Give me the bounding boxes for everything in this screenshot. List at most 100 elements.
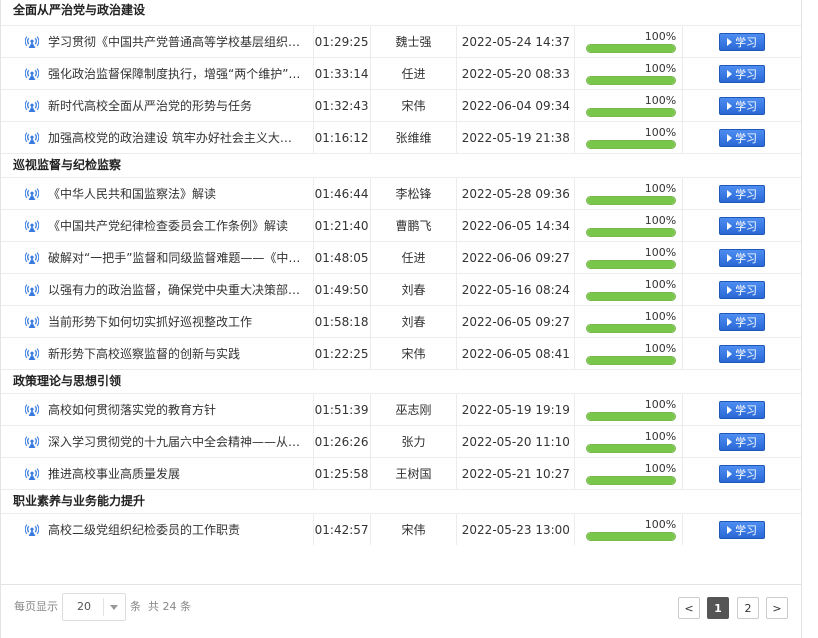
action-cell: 学习 <box>683 242 801 273</box>
play-icon <box>727 349 733 358</box>
study-button[interactable]: 学习 <box>719 520 766 539</box>
course-duration: 01:25:58 <box>314 458 371 489</box>
action-cell: 学习 <box>683 274 801 305</box>
play-icon <box>727 133 733 142</box>
study-button[interactable]: 学习 <box>719 128 766 147</box>
course-title[interactable]: 当前形势下如何切实抓好巡视整改工作 <box>48 313 303 330</box>
section-title: 政策理论与思想引领 <box>1 369 801 393</box>
course-teacher: 王树国 <box>371 458 458 489</box>
course-row: 破解对“一把手”监督和同级监督难题——《中… 01:48:05 任进 2022-06-… <box>1 241 801 273</box>
course-title[interactable]: 高校二级党组织纪检委员的工作职责 <box>48 521 303 538</box>
broadcast-icon <box>24 99 40 113</box>
course-teacher: 任进 <box>371 58 458 89</box>
course-duration: 01:32:43 <box>314 90 371 121</box>
progress-fill <box>587 140 676 148</box>
broadcast-icon <box>24 467 40 481</box>
study-button[interactable]: 学习 <box>719 344 766 363</box>
course-teacher: 任进 <box>371 242 458 273</box>
course-duration: 01:58:18 <box>314 306 371 337</box>
action-cell: 学习 <box>683 210 801 241</box>
action-cell: 学习 <box>683 58 801 89</box>
per-page-label: 每页显示 <box>14 600 58 613</box>
study-button-label: 学习 <box>735 347 758 361</box>
course-title-cell: 强化政治监督保障制度执行，增强“两个维护”… <box>1 58 314 89</box>
study-button[interactable]: 学习 <box>719 280 766 299</box>
broadcast-icon <box>24 347 40 361</box>
course-title[interactable]: 高校如何贯彻落实党的教育方针 <box>48 401 303 418</box>
course-title[interactable]: 深入学习贯彻党的十九届六中全会精神——从… <box>48 433 303 450</box>
progress-cell: 100% <box>575 58 684 89</box>
course-title[interactable]: 强化政治监督保障制度执行，增强“两个维护”… <box>48 65 303 82</box>
course-date: 2022-06-04 09:34 <box>457 90 576 121</box>
study-button[interactable]: 学习 <box>719 32 766 51</box>
progress-fill <box>587 108 676 116</box>
study-button[interactable]: 学习 <box>719 432 766 451</box>
course-teacher: 张力 <box>371 426 458 457</box>
course-date: 2022-05-21 10:27 <box>457 458 576 489</box>
course-title[interactable]: 新形势下高校巡察监督的创新与实践 <box>48 345 303 362</box>
study-button-label: 学习 <box>735 315 758 329</box>
broadcast-icon <box>24 315 40 329</box>
course-title[interactable]: 学习贯彻《中国共产党普通高等学校基层组织… <box>48 33 303 50</box>
study-button[interactable]: 学习 <box>719 400 766 419</box>
progress-bar <box>586 195 677 205</box>
study-button[interactable]: 学习 <box>719 96 766 115</box>
course-duration: 01:22:25 <box>314 338 371 369</box>
progress-fill <box>587 76 676 84</box>
broadcast-icon <box>24 523 40 537</box>
course-title[interactable]: 推进高校事业高质量发展 <box>48 465 303 482</box>
page-button-1[interactable]: 1 <box>707 597 729 619</box>
study-button[interactable]: 学习 <box>719 464 766 483</box>
progress-percent: 100% <box>644 213 677 227</box>
course-date: 2022-05-28 09:36 <box>457 178 576 209</box>
course-title[interactable]: 以强有力的政治监督，确保党中央重大决策部… <box>48 281 303 298</box>
course-date: 2022-05-19 21:38 <box>457 122 576 153</box>
progress-percent: 100% <box>644 277 677 291</box>
course-duration: 01:46:44 <box>314 178 371 209</box>
play-icon <box>727 253 733 262</box>
course-date: 2022-05-20 11:10 <box>457 426 576 457</box>
course-title-cell: 推进高校事业高质量发展 <box>1 458 314 489</box>
progress-percent: 100% <box>644 461 677 475</box>
progress-bar <box>586 411 677 421</box>
course-teacher: 宋伟 <box>371 338 458 369</box>
progress-fill <box>587 228 676 236</box>
progress-percent: 100% <box>644 517 677 531</box>
course-title-cell: 《中华人民共和国监察法》解读 <box>1 178 314 209</box>
play-icon <box>727 221 733 230</box>
action-cell: 学习 <box>683 458 801 489</box>
course-date: 2022-05-23 13:00 <box>457 514 576 545</box>
next-page-button[interactable]: > <box>766 597 788 619</box>
course-title[interactable]: 《中华人民共和国监察法》解读 <box>48 185 303 202</box>
course-title[interactable]: 破解对“一把手”监督和同级监督难题——《中… <box>48 249 303 266</box>
study-button-label: 学习 <box>735 251 758 265</box>
study-button-label: 学习 <box>735 435 758 449</box>
action-cell: 学习 <box>683 26 801 57</box>
course-duration: 01:26:26 <box>314 426 371 457</box>
progress-bar <box>586 443 677 453</box>
progress-percent: 100% <box>644 341 677 355</box>
per-page-unit: 条 <box>130 600 141 613</box>
play-icon <box>727 285 733 294</box>
progress-percent: 100% <box>644 429 677 443</box>
study-button[interactable]: 学习 <box>719 184 766 203</box>
course-date: 2022-05-24 14:37 <box>457 26 576 57</box>
action-cell: 学习 <box>683 122 801 153</box>
per-page-select[interactable]: 20 <box>62 593 126 621</box>
prev-page-button[interactable]: < <box>678 597 700 619</box>
broadcast-icon <box>24 403 40 417</box>
course-row: 新时代高校全面从严治党的形势与任务 01:32:43 宋伟 2022-06-04 09… <box>1 89 801 121</box>
progress-cell: 100% <box>575 242 684 273</box>
progress-cell: 100% <box>575 458 684 489</box>
per-page-value: 20 <box>77 600 91 613</box>
page-button-2[interactable]: 2 <box>737 597 759 619</box>
progress-fill <box>587 324 676 332</box>
study-button[interactable]: 学习 <box>719 248 766 267</box>
course-title[interactable]: 加强高校党的政治建设 筑牢办好社会主义大学… <box>48 129 303 146</box>
study-button[interactable]: 学习 <box>719 216 766 235</box>
course-title[interactable]: 《中国共产党纪律检查委员会工作条例》解读 <box>48 217 303 234</box>
course-title[interactable]: 新时代高校全面从严治党的形势与任务 <box>48 97 303 114</box>
progress-fill <box>587 412 676 420</box>
study-button[interactable]: 学习 <box>719 64 766 83</box>
study-button[interactable]: 学习 <box>719 312 766 331</box>
